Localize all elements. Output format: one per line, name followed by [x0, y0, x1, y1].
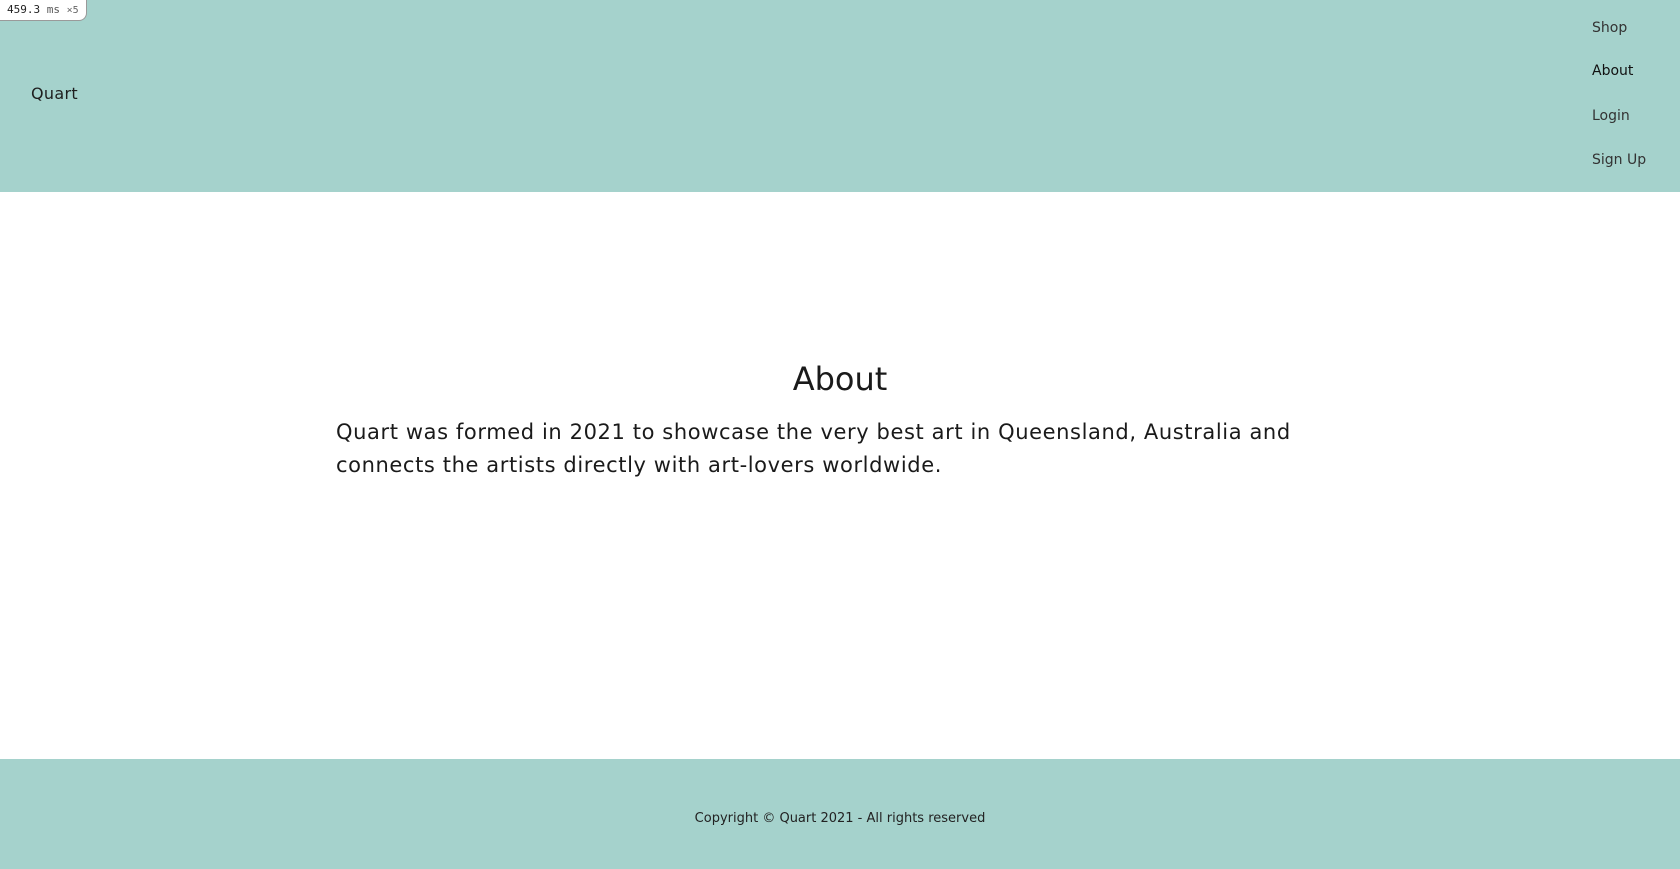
nav-item-login[interactable]: Login: [1592, 108, 1630, 124]
site-footer: Copyright © Quart 2021 - All rights rese…: [0, 759, 1680, 869]
page-title: About: [792, 360, 888, 398]
brand-logo[interactable]: Quart: [31, 84, 78, 103]
nav-item-shop[interactable]: Shop: [1592, 20, 1627, 36]
performance-unit: ms: [46, 3, 60, 16]
performance-value: 459.3: [7, 3, 41, 16]
copyright-text: Copyright © Quart 2021 - All rights rese…: [694, 811, 986, 826]
about-description: Quart was formed in 2021 to showcase the…: [336, 420, 1291, 477]
performance-badge: 459.3 ms ×5: [0, 0, 87, 21]
performance-count: ×5: [66, 5, 79, 16]
main-content: About Quart was formed in 2021 to showca…: [0, 192, 1680, 759]
nav-item-about[interactable]: About: [1592, 63, 1633, 79]
nav-item-sign-up[interactable]: Sign Up: [1592, 152, 1646, 168]
site-header: Quart Shop About Login Sign Up: [0, 0, 1680, 192]
